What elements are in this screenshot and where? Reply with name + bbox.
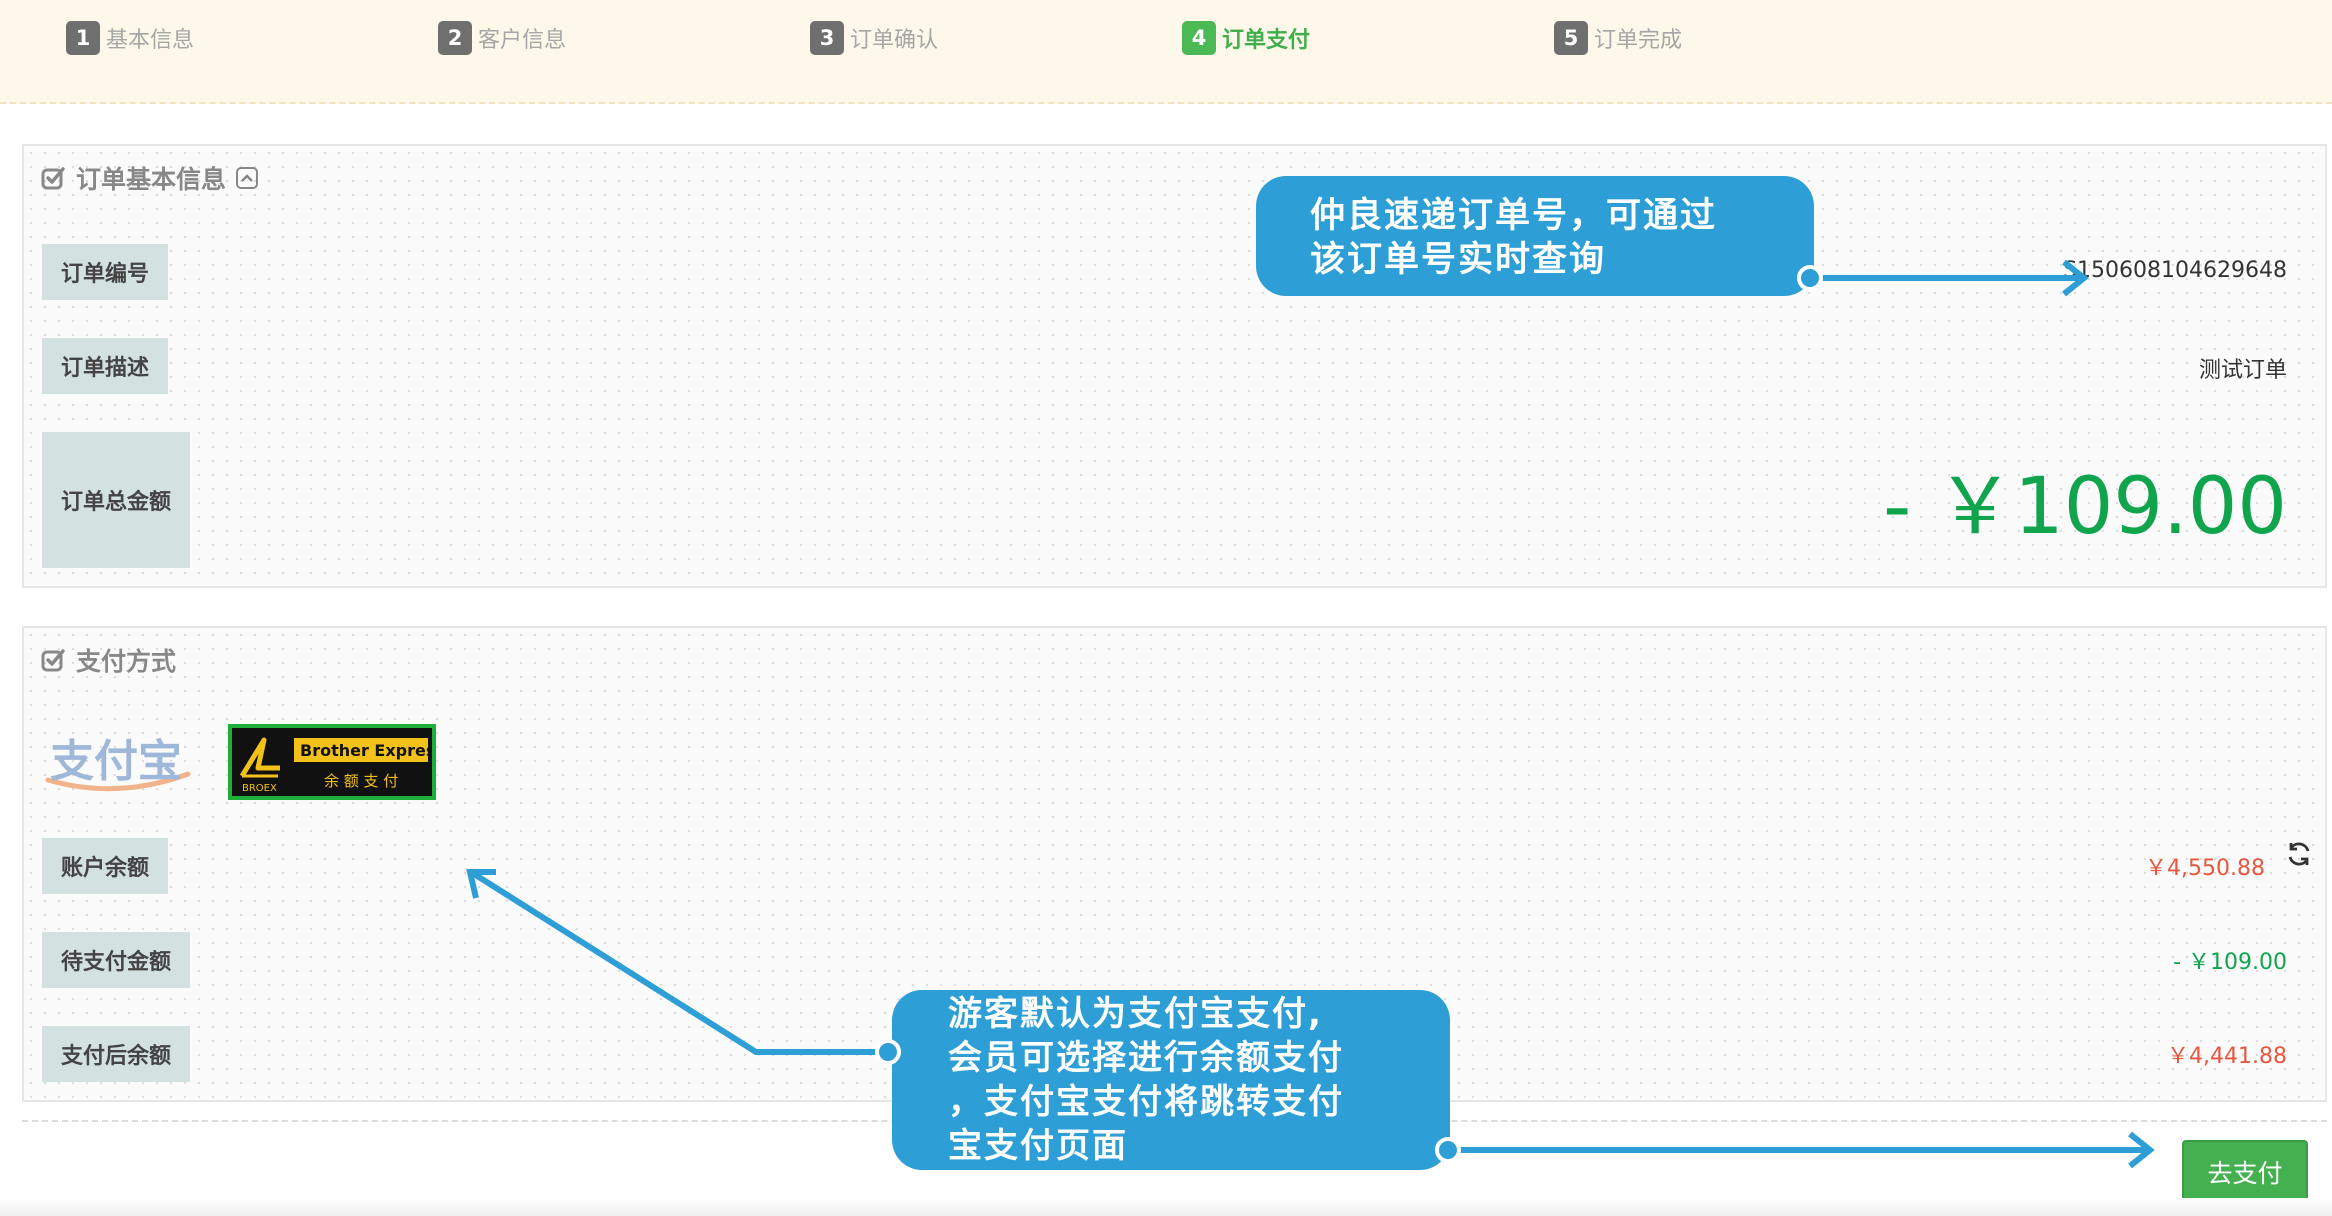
order-description-value: 测试订单 bbox=[2198, 358, 2287, 383]
step-basic-info: 1 基本信息 bbox=[66, 21, 194, 55]
step-label: 客户信息 bbox=[478, 28, 567, 53]
step-label: 订单支付 bbox=[1222, 28, 1311, 53]
refresh-icon[interactable] bbox=[2285, 840, 2313, 868]
step-order-confirm: 3 订单确认 bbox=[810, 21, 938, 55]
payment-method-title-text: 支付方式 bbox=[76, 647, 177, 676]
pay-button-arrow-head bbox=[2128, 1131, 2155, 1169]
order-info-panel: 订单基本信息 订单编号 S150608104629648 订单描述 测试订单 订… bbox=[22, 144, 2327, 588]
account-balance-value: ￥4,550.88 bbox=[2145, 856, 2265, 881]
order-number-label: 订单编号 bbox=[42, 244, 168, 300]
account-balance-label: 账户余额 bbox=[42, 838, 168, 894]
order-info-title-text: 订单基本信息 bbox=[76, 165, 227, 194]
step-customer-info: 2 客户信息 bbox=[438, 21, 566, 55]
after-payment-balance-value: ￥4,441.88 bbox=[2167, 1044, 2287, 1069]
step-number: 4 bbox=[1182, 21, 1216, 55]
step-label: 基本信息 bbox=[106, 28, 195, 53]
step-label: 订单确认 bbox=[850, 28, 939, 53]
check-square-icon bbox=[41, 649, 65, 672]
order-number-value: S150608104629648 bbox=[2063, 258, 2287, 283]
check-square-icon bbox=[41, 167, 65, 190]
pending-amount-label: 待支付金额 bbox=[42, 932, 190, 988]
alipay-option[interactable]: 支付宝 bbox=[42, 728, 192, 796]
page-bottom-shadow bbox=[0, 1198, 2332, 1216]
brother-logo-brand: Brother Express bbox=[300, 741, 432, 760]
alipay-logo-text: 支付宝 bbox=[50, 736, 182, 787]
order-info-title: 订单基本信息 bbox=[40, 160, 259, 196]
step-label: 订单完成 bbox=[1594, 28, 1683, 53]
brother-express-logo-icon: Brother Express 余 额 支 付 BROEX bbox=[239, 737, 445, 794]
collapse-icon[interactable] bbox=[236, 167, 259, 189]
brother-express-balance-option[interactable]: Brother Express 余 额 支 付 BROEX bbox=[228, 724, 445, 800]
order-number-annotation-text: 仲良速递订单号，可通过 该订单号实时查询 bbox=[1310, 196, 1718, 280]
order-total-value: - ￥109.00 bbox=[1883, 462, 2287, 552]
pending-amount-value: - ￥109.00 bbox=[2173, 950, 2287, 975]
order-total-label: 订单总金额 bbox=[42, 432, 190, 568]
step-number: 1 bbox=[66, 21, 100, 55]
step-order-payment: 4 订单支付 bbox=[1182, 21, 1310, 55]
brother-logo-mark: BROEX bbox=[242, 783, 277, 794]
alipay-logo-icon: 支付宝 bbox=[45, 736, 191, 792]
order-description-label: 订单描述 bbox=[42, 338, 168, 394]
go-pay-button[interactable]: 去支付 bbox=[2182, 1140, 2308, 1204]
after-payment-balance-label: 支付后余额 bbox=[42, 1026, 190, 1082]
brother-logo-sub: 余 额 支 付 bbox=[324, 772, 398, 790]
step-order-complete: 5 订单完成 bbox=[1554, 21, 1682, 55]
step-number: 5 bbox=[1554, 21, 1588, 55]
payment-annotation: 游客默认为支付宝支付, 会员可选择进行余额支付 ，支付宝支付将跳转支付 宝支付页… bbox=[892, 990, 1450, 1170]
order-progress-stepper: 1 基本信息 2 客户信息 3 订单确认 4 订单支付 5 订单完成 bbox=[0, 0, 2332, 104]
step-number: 3 bbox=[810, 21, 844, 55]
step-number: 2 bbox=[438, 21, 472, 55]
payment-annotation-text: 游客默认为支付宝支付, 会员可选择进行余额支付 ，支付宝支付将跳转支付 宝支付页… bbox=[948, 994, 1344, 1166]
payment-method-title: 支付方式 bbox=[40, 642, 176, 678]
order-number-annotation: 仲良速递订单号，可通过 该订单号实时查询 bbox=[1256, 176, 1814, 296]
